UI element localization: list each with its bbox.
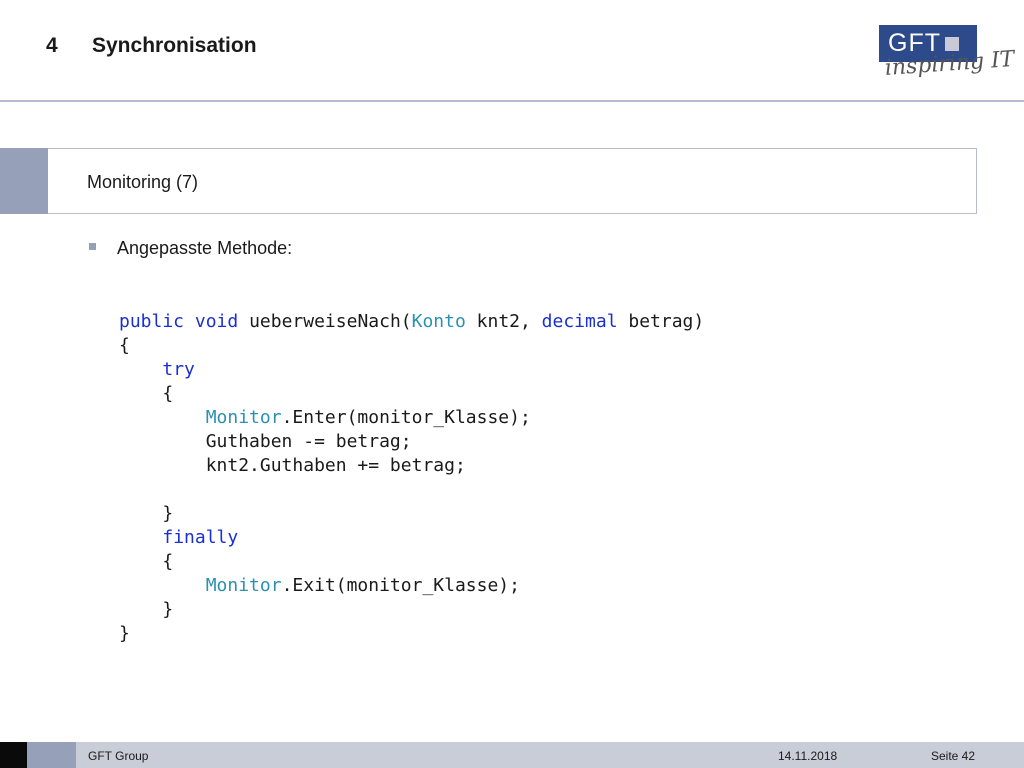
code-type: Konto: [411, 311, 466, 332]
code-text: knt2,: [465, 311, 542, 332]
code-text: knt2.Guthaben += betrag;: [205, 455, 466, 476]
footer-black-block: [0, 742, 27, 768]
code-type: Monitor: [205, 575, 282, 596]
code-keyword: void: [194, 311, 239, 332]
code-text: betrag): [617, 311, 705, 332]
footer-bar: [76, 742, 1024, 768]
chapter-number: 4: [46, 34, 58, 57]
code-block: public void ueberweiseNach(Konto knt2, d…: [119, 310, 704, 646]
footer-accent-block: [27, 742, 76, 768]
section-accent-bar: [0, 148, 48, 214]
footer-date: 14.11.2018: [778, 749, 838, 763]
code-brace: }: [119, 623, 130, 644]
chapter-title: Synchronisation: [92, 34, 257, 57]
code-brace: {: [162, 551, 174, 572]
bullet-square-icon: [89, 243, 96, 250]
code-brace: }: [162, 599, 174, 620]
code-type: Monitor: [205, 407, 282, 428]
code-text: Guthaben -= betrag;: [205, 431, 412, 452]
section-title: Monitoring (7): [87, 172, 199, 192]
code-keyword: finally: [162, 527, 239, 548]
code-text: .Exit(monitor_Klasse);: [281, 575, 520, 596]
code-text: .Enter(monitor_Klasse);: [281, 407, 531, 428]
code-text: ueberweiseNach(: [238, 311, 412, 332]
code-brace: {: [119, 335, 130, 356]
code-brace: {: [162, 383, 174, 404]
bullet-text: Angepasste Methode:: [117, 238, 293, 258]
code-keyword: try: [162, 359, 195, 380]
footer-page-number: Seite 42: [931, 749, 976, 763]
logo-square-icon: [945, 36, 959, 51]
code-keyword: public: [119, 311, 185, 332]
code-brace: }: [162, 503, 174, 524]
code-keyword: decimal: [541, 311, 618, 332]
footer-company: GFT Group: [88, 749, 149, 763]
header-divider: [0, 100, 1024, 102]
